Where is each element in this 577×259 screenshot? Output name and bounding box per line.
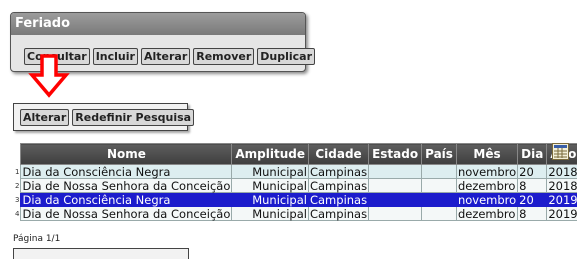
cell-cidade: Campinas <box>307 192 370 207</box>
cell-dia: 20 <box>517 192 548 207</box>
column-header-estado[interactable]: Estado <box>368 143 423 165</box>
cell-estado <box>368 178 423 193</box>
cell-nome: Dia da Consciência Negra <box>20 164 233 179</box>
cell-pais <box>421 164 457 179</box>
column-header-pais[interactable]: País <box>421 143 457 165</box>
column-header-nome[interactable]: Nome <box>20 143 233 165</box>
arrow-down-icon <box>28 54 70 98</box>
cell-dia: 8 <box>517 178 548 193</box>
cell-amplitude: Municipal <box>231 164 309 179</box>
cell-estado <box>368 164 423 179</box>
cell-mes: novembro <box>455 192 519 207</box>
table-header-row: Nome Amplitude Cidade Estado País Mês Di… <box>15 143 577 165</box>
cell-ano: 2019 <box>546 206 577 221</box>
column-header-cidade[interactable]: Cidade <box>307 143 370 165</box>
cell-cidade: Campinas <box>307 178 370 193</box>
holidays-table: Nome Amplitude Cidade Estado País Mês Di… <box>15 143 577 221</box>
duplicar-button[interactable]: Duplicar <box>257 48 316 65</box>
cell-mes: dezembro <box>455 206 519 221</box>
cell-estado <box>368 192 423 207</box>
cell-mes: novembro <box>455 164 519 179</box>
alterar-button[interactable]: Alterar <box>140 48 191 65</box>
cell-cidade: Campinas <box>307 164 370 179</box>
cell-amplitude: Municipal <box>231 192 309 207</box>
cell-ano: 2018 <box>546 178 577 193</box>
cell-estado <box>368 206 423 221</box>
panel-title: Feriado <box>11 13 305 35</box>
cell-amplitude: Municipal <box>231 178 309 193</box>
cell-nome: Dia de Nossa Senhora da Conceição <box>20 178 233 193</box>
incluir-button[interactable]: Incluir <box>92 48 138 65</box>
cell-dia: 8 <box>517 206 548 221</box>
search-toolbar: Alterar Redefinir Pesquisa <box>20 109 195 126</box>
table-row-selected[interactable]: 3 Dia da Consciência Negra Municipal Cam… <box>15 192 577 207</box>
table-grid-icon[interactable] <box>552 143 569 160</box>
cell-pais <box>421 178 457 193</box>
cell-dia: 20 <box>517 164 548 179</box>
column-header-dia[interactable]: Dia <box>517 143 548 165</box>
cell-cidade: Campinas <box>307 206 370 221</box>
table-row[interactable]: 2 Dia de Nossa Senhora da Conceição Muni… <box>15 178 577 193</box>
column-header-amplitude[interactable]: Amplitude <box>231 143 309 165</box>
cell-ano: 2018 <box>546 164 577 179</box>
table-row[interactable]: 4 Dia de Nossa Senhora da Conceição Muni… <box>15 206 577 221</box>
table-row[interactable]: 1 Dia da Consciência Negra Municipal Cam… <box>15 164 577 179</box>
cell-amplitude: Municipal <box>231 206 309 221</box>
remover-button[interactable]: Remover <box>193 48 255 65</box>
search-panel: Alterar Redefinir Pesquisa <box>13 103 195 131</box>
cell-nome: Dia de Nossa Senhora da Conceição <box>20 206 233 221</box>
alterar-search-button[interactable]: Alterar <box>20 109 70 126</box>
cell-mes: dezembro <box>455 178 519 193</box>
redefinir-pesquisa-button[interactable]: Redefinir Pesquisa <box>72 109 195 126</box>
cell-pais <box>421 206 457 221</box>
cell-ano: 2019 <box>546 192 577 207</box>
column-header-mes[interactable]: Mês <box>455 143 519 165</box>
cell-nome: Dia da Consciência Negra <box>20 192 233 207</box>
pagination-label: Página 1/1 <box>13 234 61 244</box>
bottom-panel <box>13 248 189 259</box>
cell-pais <box>421 192 457 207</box>
